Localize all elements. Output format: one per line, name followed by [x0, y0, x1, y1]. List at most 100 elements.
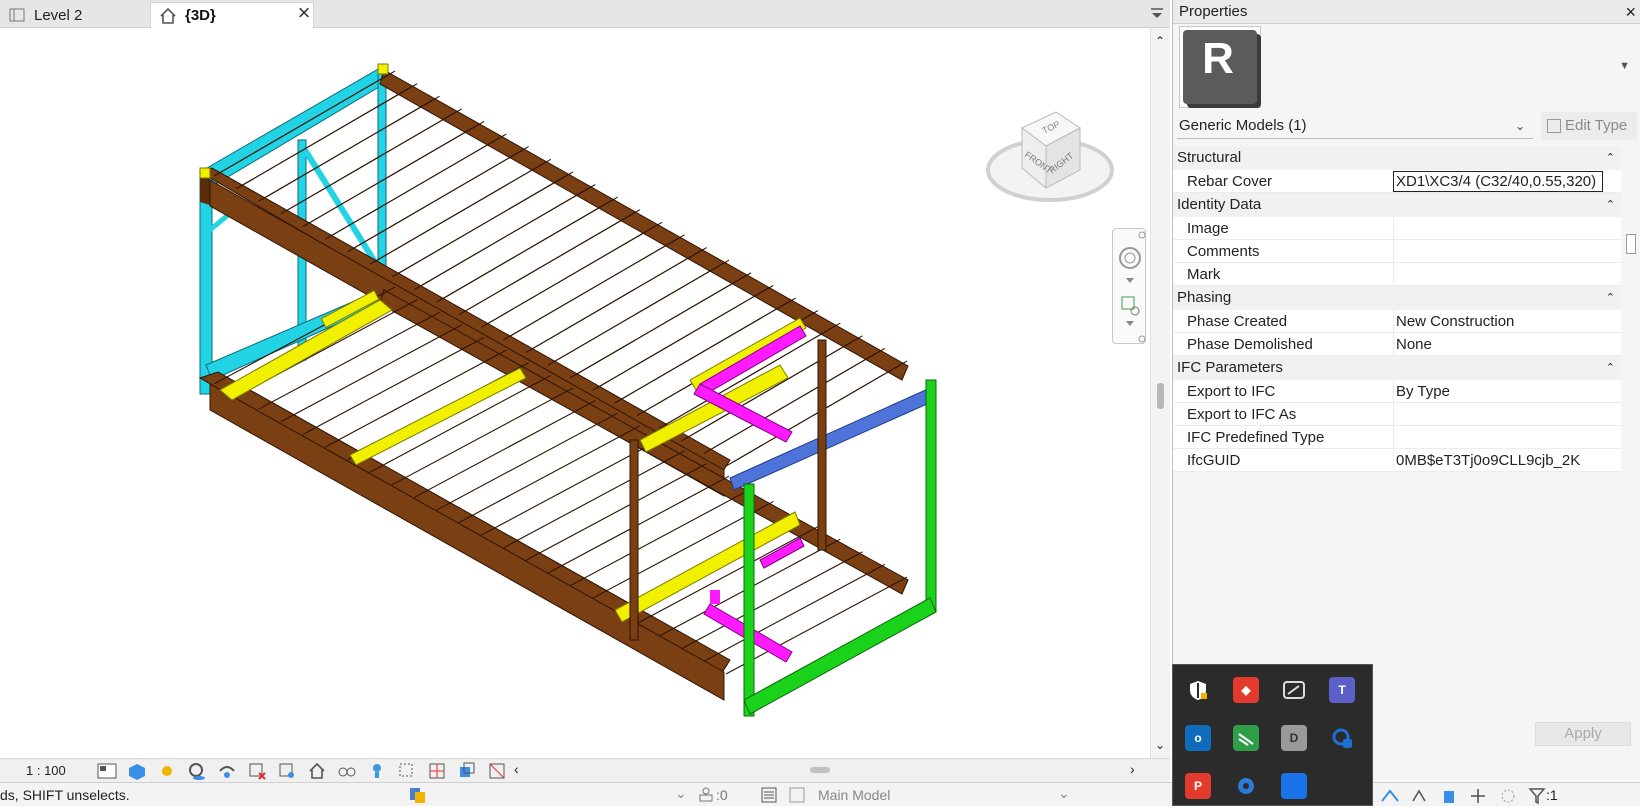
- property-row[interactable]: IfcGUID 0MB$eT3Tj0o9CLL9cjb_2K: [1173, 449, 1621, 472]
- scroll-thumb[interactable]: [810, 767, 830, 773]
- property-row[interactable]: Export to IFC By Type: [1173, 380, 1621, 403]
- show-crop-icon[interactable]: [272, 760, 302, 782]
- graphisoft-icon[interactable]: [1233, 725, 1259, 751]
- properties-header: Properties ×: [1173, 0, 1640, 24]
- tab-label: {3D}: [185, 7, 216, 24]
- joist: [569, 488, 752, 587]
- property-row[interactable]: IFC Predefined Type: [1173, 426, 1621, 449]
- viewport-horizontal-scrollbar[interactable]: ‹ ›: [510, 759, 1150, 782]
- property-row[interactable]: Comments: [1173, 240, 1621, 263]
- temporary-hide-icon[interactable]: [332, 760, 362, 782]
- property-row[interactable]: Phase Demolished None: [1173, 333, 1621, 356]
- tab-3d[interactable]: {3D}: [150, 2, 314, 28]
- settings-gear-icon[interactable]: [1233, 773, 1259, 799]
- design-options-icon[interactable]: [698, 786, 714, 802]
- workset-dropdown-icon[interactable]: ⌄: [675, 785, 687, 802]
- visual-style-icon[interactable]: [122, 760, 152, 782]
- group-structural[interactable]: Structural ⌃: [1173, 146, 1621, 170]
- design-option-icon[interactable]: [788, 786, 806, 804]
- type-selector-dropdown-icon[interactable]: ▼: [1619, 60, 1630, 72]
- drag-select-icon[interactable]: [1498, 787, 1518, 805]
- instance-selector[interactable]: Generic Models (1) ⌄: [1177, 113, 1533, 139]
- scroll-right-icon[interactable]: ›: [1130, 761, 1135, 777]
- home-3d-icon: [159, 7, 177, 25]
- scroll-down-icon[interactable]: ⌄: [1155, 738, 1165, 752]
- reveal-constraints-icon[interactable]: [482, 760, 512, 782]
- group-phasing[interactable]: Phasing ⌃: [1173, 286, 1621, 310]
- teams-icon[interactable]: T: [1329, 677, 1355, 703]
- chevron-down-icon[interactable]: ⌄: [1515, 113, 1525, 139]
- viewport-vertical-scrollbar[interactable]: ⌃ ⌄: [1150, 28, 1170, 758]
- 3d-viewport[interactable]: TOP FRONT RIGHT: [0, 28, 1150, 758]
- property-row[interactable]: Rebar Cover XD1\XC3/4 (C32/40,0.55,320): [1173, 170, 1621, 193]
- security-shield-icon[interactable]: [1185, 677, 1211, 703]
- property-row[interactable]: Image: [1173, 217, 1621, 240]
- properties-scrollbar[interactable]: [1623, 146, 1639, 758]
- blue-app-icon[interactable]: [1281, 773, 1307, 799]
- joist: [525, 247, 707, 353]
- tab-list-menu-icon[interactable]: [1150, 6, 1166, 22]
- property-row[interactable]: Mark: [1173, 263, 1621, 286]
- link-select-icon[interactable]: [1380, 787, 1400, 805]
- properties-table: Structural ⌃ Rebar Cover XD1\XC3/4 (C32/40…: [1173, 146, 1621, 472]
- view-scale[interactable]: 1 : 100: [0, 763, 92, 778]
- joist: [391, 387, 574, 486]
- temporary-view-properties-icon[interactable]: [392, 760, 422, 782]
- top-joists: [213, 70, 908, 467]
- dwg-icon[interactable]: D: [1281, 725, 1307, 751]
- editable-only-icon[interactable]: [760, 786, 778, 804]
- worksharing-icon[interactable]: [408, 786, 426, 804]
- detail-level-icon[interactable]: [92, 760, 122, 782]
- joist: [347, 146, 529, 253]
- close-icon[interactable]: ×: [1625, 0, 1636, 24]
- render-icon[interactable]: [212, 760, 242, 782]
- edit-type-button[interactable]: Edit Type: [1541, 112, 1637, 140]
- rebar-cover-field[interactable]: XD1\XC3/4 (C32/40,0.55,320): [1393, 171, 1603, 192]
- design-option-dropdown-icon[interactable]: ⌄: [1058, 785, 1070, 802]
- shadows-icon[interactable]: [182, 760, 212, 782]
- view-control-bar: 1 : 100 ‹ ›: [0, 758, 1170, 782]
- scroll-up-icon[interactable]: ⌃: [1155, 34, 1165, 48]
- presentation-app-icon[interactable]: P: [1185, 773, 1211, 799]
- viewcube[interactable]: TOP FRONT RIGHT: [980, 76, 1120, 226]
- apply-button[interactable]: Apply: [1535, 722, 1631, 746]
- property-row[interactable]: Phase Created New Construction: [1173, 310, 1621, 333]
- scroll-thumb[interactable]: [1157, 383, 1164, 409]
- property-row[interactable]: Export to IFC As: [1173, 403, 1621, 426]
- steel-timber-frame-model[interactable]: [0, 28, 1150, 758]
- underlay-select-icon[interactable]: [1410, 787, 1430, 805]
- unlock-3d-view-icon[interactable]: [302, 760, 332, 782]
- group-ifc-parameters[interactable]: IFC Parameters ⌃: [1173, 356, 1621, 380]
- speed-meter-icon[interactable]: [1281, 677, 1307, 703]
- reveal-hidden-icon[interactable]: [362, 760, 392, 782]
- pinned-select-icon[interactable]: [1440, 787, 1460, 805]
- group-identity-data[interactable]: Identity Data ⌃: [1173, 193, 1621, 217]
- revit-logo: R: [1183, 30, 1257, 104]
- zoom-icon: [1121, 296, 1135, 310]
- scroll-left-icon[interactable]: ‹: [514, 761, 519, 777]
- joist: [636, 526, 819, 625]
- outlook-icon[interactable]: o: [1185, 725, 1211, 751]
- face-select-icon[interactable]: [1468, 787, 1488, 805]
- close-tab-icon[interactable]: ×: [294, 2, 314, 24]
- scroll-thumb[interactable]: [1626, 234, 1636, 254]
- crop-view-icon[interactable]: [242, 760, 272, 782]
- anydesk-icon[interactable]: ◆: [1233, 677, 1259, 703]
- highlight-displacement-icon[interactable]: [452, 760, 482, 782]
- revit-sync-icon[interactable]: [1329, 725, 1355, 751]
- joist: [369, 158, 552, 265]
- navigation-bar: [1112, 228, 1146, 344]
- joist: [369, 374, 552, 473]
- joist: [302, 121, 485, 227]
- joist: [592, 284, 774, 391]
- joist: [302, 337, 485, 435]
- joist: [503, 450, 685, 549]
- view-tab-bar: Level 2 {3D} ×: [0, 0, 1170, 28]
- hide-analytical-model-icon[interactable]: [422, 760, 452, 782]
- sun-path-icon[interactable]: [152, 760, 182, 782]
- type-image: R: [1179, 26, 1261, 108]
- collapse-icon: ⌃: [1605, 152, 1615, 164]
- tab-level-2[interactable]: Level 2: [0, 2, 150, 28]
- active-design-option[interactable]: Main Model: [818, 787, 890, 803]
- filter-icon[interactable]: [1528, 787, 1546, 805]
